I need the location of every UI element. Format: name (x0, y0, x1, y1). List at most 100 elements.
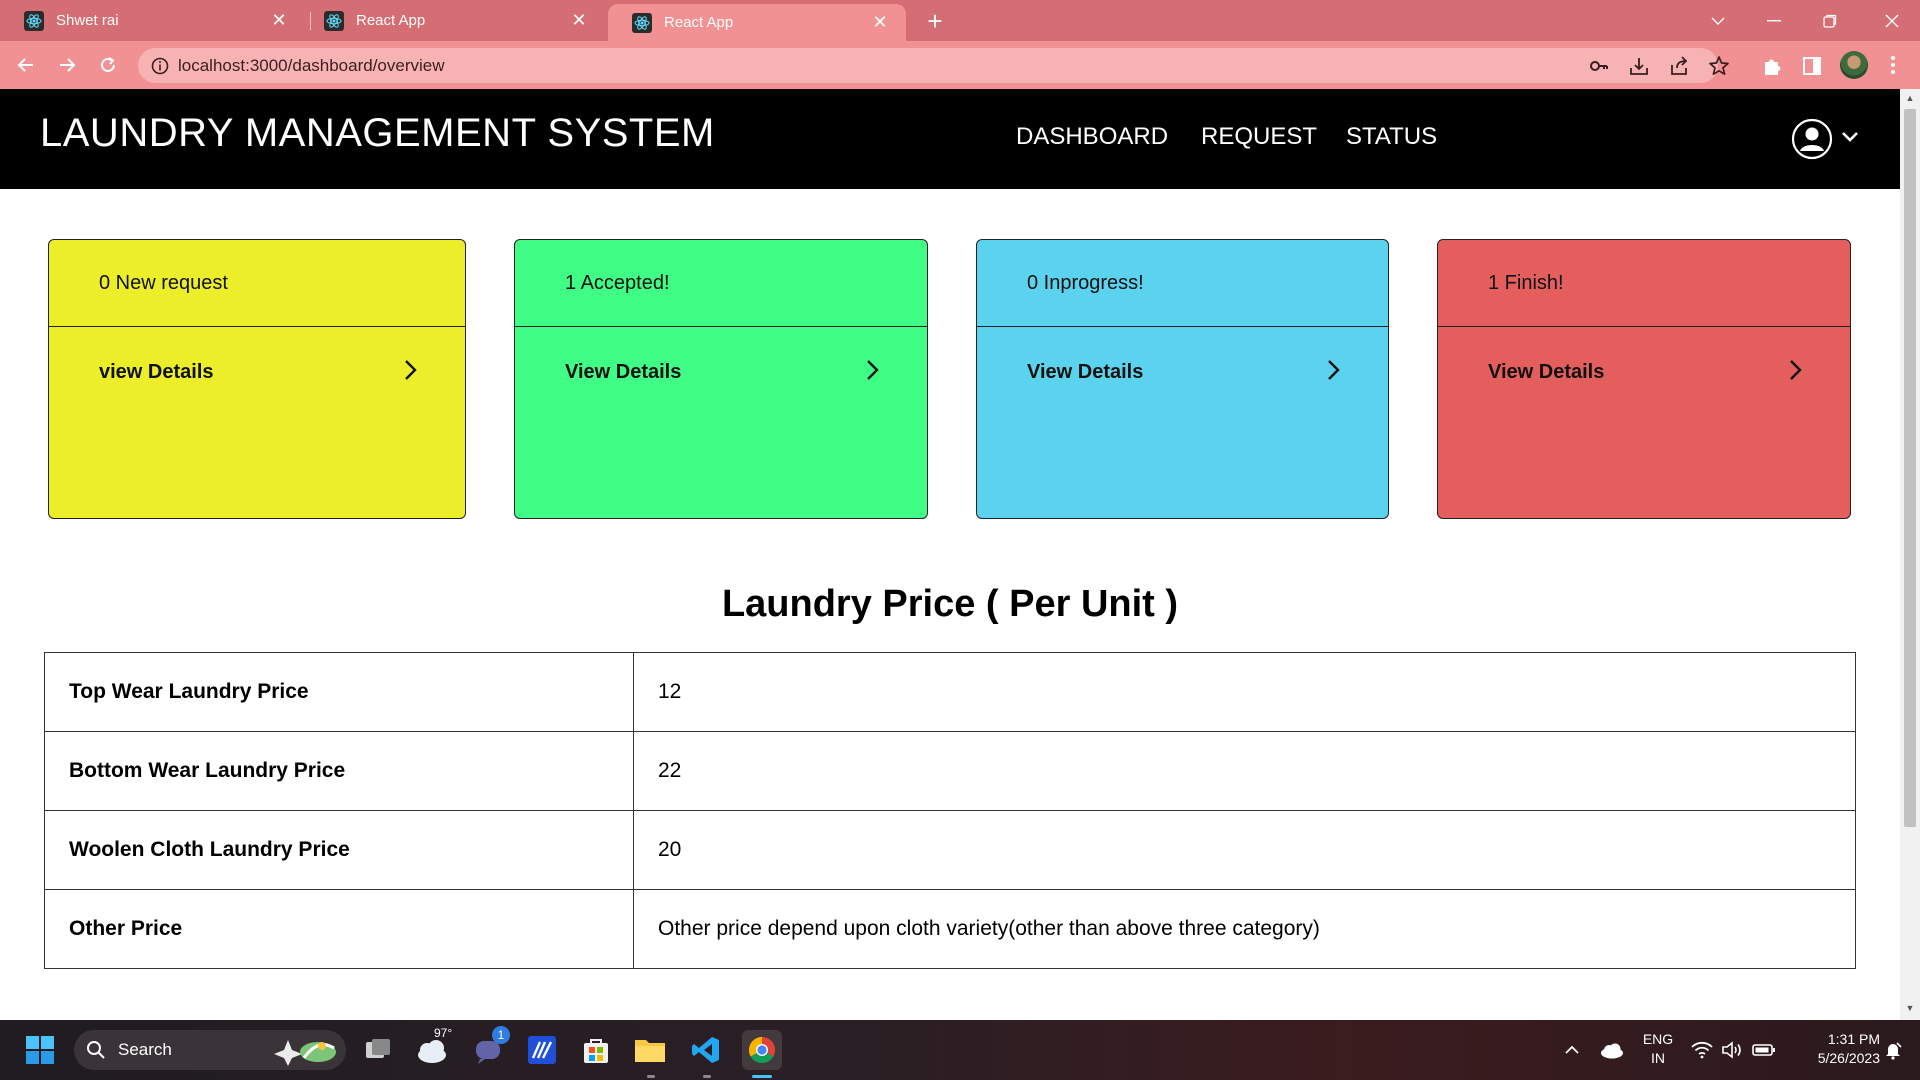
react-icon (632, 12, 652, 33)
page-scrollbar[interactable]: ▲ ▼ (1900, 89, 1920, 1020)
chevron-right-icon[interactable] (863, 357, 883, 385)
tab-title: React App (664, 14, 734, 31)
search-icon (86, 1040, 106, 1065)
react-icon (24, 10, 44, 31)
browser-tab[interactable]: Shwet rai ✕ (0, 0, 305, 41)
weather-temp: 97° (434, 1026, 453, 1040)
browser-tab[interactable]: React App ✕ (300, 0, 605, 41)
price-label: Other Price (44, 889, 634, 969)
language-top: ENG (1642, 1031, 1674, 1047)
chevron-up-icon[interactable] (1552, 1030, 1592, 1070)
status-card-inprogress: 0 Inprogress! View Details (976, 239, 1389, 519)
chevron-down-icon[interactable] (1840, 127, 1860, 147)
table-row: Bottom Wear Laundry Price 22 (44, 731, 1856, 811)
tab-search-icon[interactable] (1690, 0, 1746, 41)
nav-dashboard-link[interactable]: DASHBOARD (1016, 123, 1168, 151)
table-row: Top Wear Laundry Price 12 (44, 652, 1856, 732)
minimize-icon[interactable] (1746, 0, 1802, 41)
status-card-new-request: 0 New request view Details (48, 239, 466, 519)
chevron-right-icon[interactable] (1786, 357, 1806, 385)
running-indicator (647, 1075, 655, 1078)
side-panel-icon[interactable] (1800, 54, 1824, 78)
volume-icon[interactable] (1716, 1030, 1748, 1070)
windows-taskbar: Search 97° 1 ENG IN 1:31 PM 5/26/2023 (0, 1020, 1920, 1080)
chevron-right-icon[interactable] (1324, 357, 1344, 385)
battery-icon[interactable] (1748, 1030, 1780, 1070)
notification-bell-icon[interactable] (1878, 1030, 1908, 1070)
clock[interactable]: 1:31 PM 5/26/2023 (1790, 1031, 1880, 1066)
clock-time: 1:31 PM (1827, 1031, 1880, 1047)
page-viewport: LAUNDRY MANAGEMENT SYSTEM DASHBOARD REQU… (0, 89, 1900, 1020)
extensions-icon[interactable] (1760, 54, 1784, 78)
nav-request-link[interactable]: REQUEST (1201, 123, 1317, 151)
price-value: 22 (633, 731, 1856, 811)
tab-title: Shwet rai (56, 12, 119, 29)
browser-tab-strip: Shwet rai ✕ React App ✕ React App ✕ + (0, 0, 1920, 41)
bookmark-star-icon[interactable] (1708, 55, 1730, 77)
price-label: Top Wear Laundry Price (44, 652, 634, 732)
view-details-link[interactable]: View Details (1488, 361, 1604, 384)
scrollbar-thumb[interactable] (1904, 109, 1916, 827)
chevron-right-icon[interactable] (401, 357, 421, 385)
taskbar-search-box[interactable]: Search (74, 1030, 346, 1070)
price-table: Top Wear Laundry Price 12 Bottom Wear La… (44, 652, 1856, 969)
price-value: 20 (633, 810, 1856, 890)
card-header: 0 Inprogress! (977, 240, 1388, 327)
azure-app-icon[interactable] (522, 1030, 562, 1070)
table-row: Woolen Cloth Laundry Price 20 (44, 810, 1856, 890)
brand-title[interactable]: LAUNDRY MANAGEMENT SYSTEM (40, 111, 715, 156)
microsoft-store-icon[interactable] (576, 1030, 616, 1070)
restore-icon[interactable] (1802, 0, 1858, 41)
close-window-icon[interactable] (1864, 0, 1920, 41)
vscode-icon[interactable] (686, 1030, 726, 1070)
close-tab-icon[interactable]: ✕ (265, 7, 293, 35)
price-value: 12 (633, 652, 1856, 732)
teams-chat-icon[interactable]: 1 (468, 1026, 510, 1070)
browser-tab-active[interactable]: React App ✕ (608, 4, 906, 41)
status-card-finish: 1 Finish! View Details (1437, 239, 1851, 519)
scroll-down-arrow-icon[interactable]: ▼ (1905, 1003, 1915, 1013)
react-icon (324, 10, 344, 31)
onedrive-cloud-icon[interactable] (1592, 1030, 1632, 1070)
task-view-icon[interactable] (358, 1030, 398, 1070)
app-navbar: LAUNDRY MANAGEMENT SYSTEM DASHBOARD REQU… (0, 89, 1900, 189)
weather-icon[interactable]: 97° (412, 1026, 452, 1070)
view-details-link[interactable]: View Details (1027, 361, 1143, 384)
new-tab-button[interactable]: + (918, 6, 952, 36)
browser-toolbar: localhost:3000/dashboard/overview (0, 41, 1920, 89)
browser-menu-icon[interactable] (1890, 53, 1896, 77)
card-header: 1 Finish! (1438, 240, 1850, 327)
close-tab-icon[interactable]: ✕ (565, 7, 593, 35)
table-row: Other Price Other price depend upon clot… (44, 889, 1856, 969)
language-bottom: IN (1651, 1050, 1665, 1066)
file-explorer-icon[interactable] (630, 1030, 670, 1070)
close-tab-icon[interactable]: ✕ (866, 9, 894, 37)
user-account-icon[interactable] (1791, 118, 1833, 160)
nav-status-link[interactable]: STATUS (1346, 123, 1437, 151)
view-details-link[interactable]: View Details (565, 361, 681, 384)
scroll-up-arrow-icon[interactable]: ▲ (1905, 93, 1915, 103)
url-text: localhost:3000/dashboard/overview (178, 56, 445, 75)
price-section-title: Laundry Price ( Per Unit ) (721, 583, 1179, 625)
reload-icon[interactable] (92, 49, 124, 81)
view-details-link[interactable]: view Details (99, 361, 214, 384)
install-app-icon[interactable] (1628, 55, 1650, 77)
forward-arrow-icon[interactable] (51, 49, 83, 81)
address-bar[interactable]: localhost:3000/dashboard/overview (138, 48, 1729, 83)
price-value: Other price depend upon cloth variety(ot… (633, 889, 1856, 969)
windows-start-icon[interactable] (20, 1030, 60, 1070)
language-indicator[interactable]: ENG IN (1636, 1031, 1680, 1066)
card-header: 0 New request (49, 240, 465, 327)
wifi-icon[interactable] (1686, 1030, 1718, 1070)
chrome-icon[interactable] (742, 1030, 782, 1070)
password-key-icon[interactable] (1588, 55, 1610, 77)
site-info-icon[interactable] (150, 56, 170, 76)
price-label: Bottom Wear Laundry Price (44, 731, 634, 811)
card-header: 1 Accepted! (515, 240, 927, 327)
share-icon[interactable] (1668, 55, 1690, 77)
profile-avatar[interactable] (1840, 51, 1868, 79)
status-card-accepted: 1 Accepted! View Details (514, 239, 928, 519)
price-label: Woolen Cloth Laundry Price (44, 810, 634, 890)
back-arrow-icon[interactable] (10, 49, 42, 81)
clock-date: 5/26/2023 (1817, 1050, 1880, 1066)
